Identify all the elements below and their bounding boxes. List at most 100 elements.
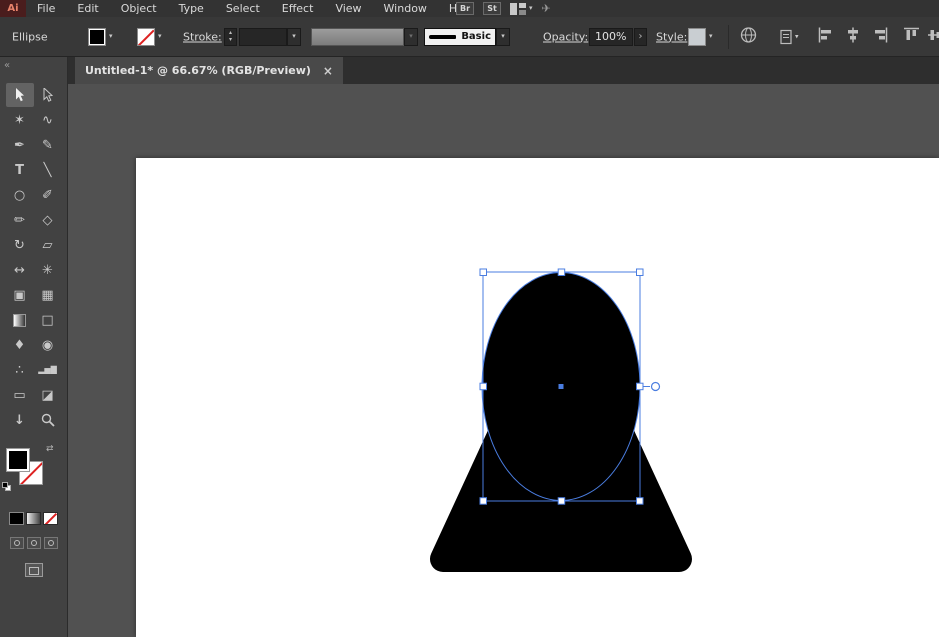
artboard[interactable] [136,158,939,637]
menu-type[interactable]: Type [168,0,215,17]
selection-handle[interactable] [637,383,644,390]
selection-handle[interactable] [637,269,644,276]
menu-view[interactable]: View [324,0,372,17]
stroke-panel-link[interactable]: Stroke: [183,30,222,43]
close-tab-button[interactable]: × [323,64,333,78]
align-right-button[interactable] [872,27,888,46]
menu-edit[interactable]: Edit [66,0,109,17]
draw-inside-button[interactable] [44,537,58,549]
mesh-tool[interactable]: ▦ [34,283,62,307]
slice-tool[interactable]: □ [34,308,62,332]
stepper-down-icon[interactable]: ▾ [229,37,232,44]
arrange-documents-button[interactable]: ▾ [510,3,533,15]
stroke-weight-stepper[interactable]: ▴ ▾ [224,28,237,46]
fill-swatch[interactable] [6,448,30,472]
pencil-tool[interactable]: ✏ [6,208,34,232]
document-tab-bar: Untitled-1* @ 66.67% (RGB/Preview) × [68,57,939,84]
symbol-sprayer-tool[interactable]: ∴ [6,358,34,382]
curvature-tool[interactable]: ✎ [34,133,62,157]
opacity-panel-link[interactable]: Opacity: [543,30,588,43]
graphic-style-swatch[interactable] [688,28,706,46]
chevron-down-icon: ▾ [409,33,413,40]
align-top-button[interactable] [904,27,919,47]
brush-arrow[interactable]: ▾ [496,28,510,46]
document-tab-title: Untitled-1* @ 66.67% (RGB/Preview) [85,64,311,77]
ellipse-tool[interactable]: ○ [6,183,34,207]
gradient-button[interactable] [26,512,41,525]
stroke-weight-value[interactable] [239,28,287,46]
shape-builder-tool[interactable]: ▣ [6,283,34,307]
selection-handle[interactable] [480,498,487,505]
type-tool[interactable]: T [6,158,34,182]
stroke-color-dropdown[interactable]: ▾ [137,28,162,46]
free-transform-tool[interactable]: ✳ [34,258,62,282]
pen-tool[interactable]: ✒ [6,133,34,157]
draw-normal-button[interactable] [10,537,24,549]
stroke-weight-arrow[interactable]: ▾ [287,28,301,46]
document-tab[interactable]: Untitled-1* @ 66.67% (RGB/Preview) × [75,57,343,84]
bridge-button[interactable]: Br [456,2,474,15]
swap-fill-stroke-icon[interactable]: ⇄ [46,444,54,454]
zoom-tool[interactable] [34,408,62,432]
column-graph-tool[interactable]: ▂▅▇ [34,358,62,382]
artboard-tool[interactable]: ▭ [6,383,34,407]
brush-preview[interactable]: Basic [424,28,496,46]
direct-selection-tool[interactable] [34,83,62,107]
graphic-style-dropdown[interactable]: ▾ [688,28,713,46]
default-fill-stroke-icon[interactable] [2,482,12,492]
paintbrush-tool[interactable]: ✐ [34,183,62,207]
rotate-handle[interactable] [652,383,660,391]
selection-handle[interactable] [637,498,644,505]
menu-object[interactable]: Object [110,0,168,17]
none-button[interactable] [43,512,58,525]
fill-color-dropdown[interactable]: ▾ [88,28,113,46]
selection-handle[interactable] [480,383,487,390]
stroke-color-swatch[interactable] [137,28,155,46]
recolor-artwork-button[interactable] [740,26,757,47]
blend-tool[interactable]: ◉ [34,333,62,357]
brush-definition-dropdown[interactable]: Basic ▾ [424,28,510,46]
opacity-flyout-button[interactable]: › [634,28,647,46]
selection-handle[interactable] [480,269,487,276]
selection-tool[interactable] [6,83,34,107]
magic-wand-tool[interactable]: ✶ [6,108,34,132]
menu-select[interactable]: Select [215,0,271,17]
opacity-input[interactable]: 100% [589,28,633,46]
eyedropper-tool[interactable]: ♦ [6,333,34,357]
hand-tool[interactable]: ↓ [6,408,34,432]
shaper-tool[interactable]: ◇ [34,208,62,232]
menu-effect[interactable]: Effect [271,0,325,17]
selection-handle[interactable] [558,498,565,505]
rotate-tool[interactable]: ↻ [6,233,34,257]
selection-center-point[interactable] [559,384,564,389]
color-button[interactable] [9,512,24,525]
menu-file[interactable]: File [26,0,66,17]
free-transform-icon: ✳ [42,264,53,277]
collapse-panel-button[interactable]: « [4,60,10,71]
width-tool[interactable]: ↔ [6,258,34,282]
draw-behind-button[interactable] [27,537,41,549]
gpu-performance-button[interactable]: ✈ [542,2,551,15]
line-segment-icon: ╲ [44,164,52,177]
fill-color-swatch[interactable] [88,28,106,46]
lasso-tool[interactable]: ∿ [34,108,62,132]
scale-tool[interactable]: ▱ [34,233,62,257]
align-vcenter-button[interactable] [928,27,939,47]
stock-button[interactable]: St [483,2,501,15]
width-profile-preview [311,28,404,46]
style-panel-link[interactable]: Style: [656,30,687,43]
pasteboard[interactable] [68,84,939,637]
align-center-button[interactable] [845,27,861,46]
align-top-icon [904,27,919,43]
stroke-weight-dropdown[interactable]: ▾ [239,28,301,46]
eraser-tool[interactable]: ◪ [34,383,62,407]
selection-handle[interactable] [558,269,565,276]
document-setup-button[interactable]: ▾ [780,29,799,44]
line-segment-tool[interactable]: ╲ [34,158,62,182]
gradient-tool[interactable] [6,308,34,332]
app-logo[interactable]: Ai [0,0,26,17]
align-left-button[interactable] [818,27,834,46]
screen-mode-button[interactable] [25,563,43,577]
column-graph-icon: ▂▅▇ [38,366,56,374]
menu-window[interactable]: Window [373,0,438,17]
